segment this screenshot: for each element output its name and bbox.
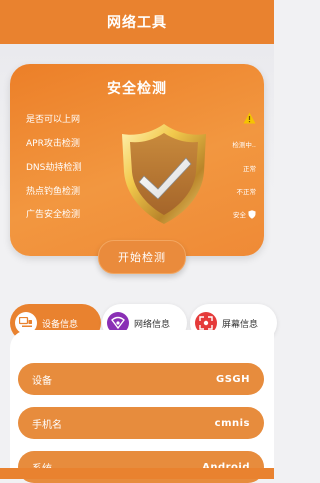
check-row-status-hotspot: 不正常 [236,188,257,196]
check-row-status-internet [243,112,256,124]
check-row-status-dns: 正常 [243,165,256,173]
info-value-phone-name: cmnis [214,417,250,429]
tab-network-info-label: 网络信息 [134,319,171,330]
check-row-label-dns: DNS劫持检测 [26,163,82,173]
shield-check-icon [122,124,206,224]
check-row-status-ad-text: 安全 [233,211,246,219]
info-row-phone-name: 手机名 cmnis [18,407,264,439]
check-row-status-apr: 检测中.. [232,141,256,149]
top-bar: 网络工具 [0,0,274,44]
info-row-device: 设备 GSGH [18,363,264,395]
bottom-strip [0,468,274,479]
warning-icon [243,112,256,124]
tab-screen-info-label: 屏幕信息 [222,319,259,330]
check-row-label-ad: 广告安全检测 [26,210,81,220]
start-check-button[interactable]: 开始检测 [98,240,186,274]
info-value-device: GSGH [216,373,250,385]
security-card-title: 安全检测 [107,81,167,97]
check-row-label-hotspot: 热点钓鱼检测 [26,187,81,197]
page-title: 网络工具 [107,15,167,31]
check-row-label-internet: 是否可以上网 [26,115,81,125]
tab-device-info-label: 设备信息 [42,319,79,330]
shield-small-icon [248,209,256,219]
check-row-label-apr: APR攻击检测 [26,139,80,149]
check-row-status-ad: 安全 [233,209,256,219]
info-label-phone-name: 手机名 [32,419,62,431]
info-label-device: 设备 [32,375,52,387]
